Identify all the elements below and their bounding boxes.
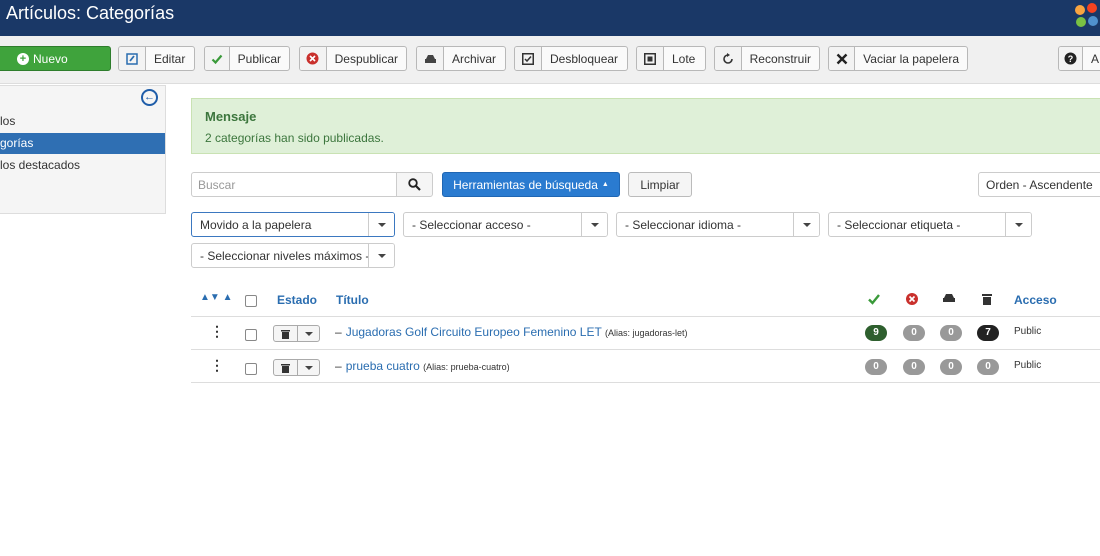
category-alias: (Alias: jugadoras-let) xyxy=(604,328,688,338)
table-divider xyxy=(191,316,1100,317)
chevron-down-icon[interactable] xyxy=(298,360,319,375)
sidebar-item-articles[interactable]: los xyxy=(0,111,165,132)
message-text: 2 categorías han sido publicadas. xyxy=(205,131,384,145)
rebuild-button[interactable]: Reconstruir xyxy=(714,46,820,71)
row-checkbox[interactable] xyxy=(245,329,257,341)
archive-button[interactable]: Archivar xyxy=(416,46,506,71)
search-icon xyxy=(408,178,421,191)
language-filter[interactable]: - Seleccionar idioma - xyxy=(616,212,820,237)
unpublish-button[interactable]: Despublicar xyxy=(299,46,407,71)
table-row-title: – Jugadoras Golf Circuito Europeo Femenin… xyxy=(335,325,688,339)
svg-text:?: ? xyxy=(1068,54,1074,64)
order-select[interactable]: Orden - Ascendente xyxy=(978,172,1100,197)
help-icon: ? xyxy=(1059,47,1083,70)
toolbar: + Nuevo Editar Publicar Despublicar Arch… xyxy=(0,36,1100,84)
drag-handle-icon[interactable]: ⋮ xyxy=(210,358,224,372)
clear-button[interactable]: Limpiar xyxy=(628,172,692,197)
chevron-down-icon[interactable] xyxy=(298,326,319,341)
row-checkbox[interactable] xyxy=(245,363,257,375)
table-divider xyxy=(191,382,1100,383)
collapse-sidebar-icon[interactable]: ← xyxy=(141,89,158,106)
page-title: Artículos: Categorías xyxy=(6,3,175,23)
joomla-logo-icon[interactable] xyxy=(1072,0,1100,30)
page-header: Artículos: Categorías xyxy=(0,0,1100,36)
chevron-down-icon xyxy=(368,213,394,236)
published-count-badge[interactable]: 0 xyxy=(865,359,887,375)
new-button-label: Nuevo xyxy=(33,51,68,66)
checkbox-icon xyxy=(515,47,542,70)
status-filter[interactable]: Movido a la papelera xyxy=(191,212,395,237)
search-button[interactable] xyxy=(396,172,433,197)
new-button[interactable]: + Nuevo xyxy=(0,46,111,71)
publish-button[interactable]: Publicar xyxy=(204,46,290,71)
row-access-level: Public xyxy=(1014,360,1042,371)
trashed-column-icon[interactable] xyxy=(981,292,993,306)
row-status-toggle[interactable] xyxy=(273,359,320,376)
edit-button[interactable]: Editar xyxy=(118,46,195,71)
chevron-down-icon xyxy=(793,213,819,236)
refresh-icon xyxy=(715,47,742,70)
chevron-down-icon xyxy=(581,213,607,236)
category-alias: (Alias: prueba-cuatro) xyxy=(423,362,510,372)
chevron-down-icon xyxy=(1005,213,1031,236)
trash-icon[interactable] xyxy=(274,360,298,375)
plus-icon: + xyxy=(17,52,29,65)
unpublished-count-badge[interactable]: 0 xyxy=(903,359,925,375)
table-divider xyxy=(191,349,1100,350)
sidebar-item-featured[interactable]: los destacados xyxy=(0,155,165,176)
edit-icon xyxy=(119,47,146,70)
row-access-level: Public xyxy=(1014,326,1042,337)
drag-handle-icon[interactable]: ⋮ xyxy=(210,324,224,338)
caret-up-icon: ▲ xyxy=(601,181,609,188)
trash-icon[interactable] xyxy=(274,326,298,341)
archived-count-badge[interactable]: 0 xyxy=(940,359,962,375)
table-row-title: – prueba cuatro (Alias: prueba-cuatro) xyxy=(335,359,510,373)
sidebar: ← los gorías los destacados xyxy=(0,85,166,214)
checkin-button[interactable]: Desbloquear xyxy=(514,46,628,71)
access-filter[interactable]: - Seleccionar acceso - xyxy=(403,212,608,237)
select-all-checkbox[interactable] xyxy=(245,295,257,307)
trashed-count-badge[interactable]: 0 xyxy=(977,359,999,375)
archive-icon xyxy=(417,47,444,70)
search-tools-button[interactable]: Herramientas de búsqueda ▲ xyxy=(442,172,620,197)
archived-count-badge[interactable]: 0 xyxy=(940,325,962,341)
square-icon xyxy=(637,47,664,70)
success-message: Mensaje 2 categorías han sido publicadas… xyxy=(191,98,1100,154)
status-column-header[interactable]: Estado xyxy=(277,293,317,307)
cancel-circle-icon xyxy=(300,47,327,70)
access-column-header[interactable]: Acceso xyxy=(1014,293,1057,307)
tag-filter[interactable]: - Seleccionar etiqueta - xyxy=(828,212,1032,237)
row-status-toggle[interactable] xyxy=(273,325,320,342)
published-column-icon[interactable] xyxy=(867,292,881,306)
ordering-sort-icon[interactable]: ▲▼ ▲ xyxy=(200,292,232,303)
batch-button[interactable]: Lote xyxy=(636,46,706,71)
category-title-link[interactable]: prueba cuatro xyxy=(346,359,420,373)
close-icon xyxy=(829,47,856,70)
archived-column-icon[interactable] xyxy=(942,292,956,304)
max-levels-filter[interactable]: - Seleccionar niveles máximos - xyxy=(191,243,395,268)
empty-trash-button[interactable]: Vaciar la papelera xyxy=(828,46,968,71)
published-count-badge[interactable]: 9 xyxy=(865,325,887,341)
message-title: Mensaje xyxy=(205,109,257,124)
category-title-link[interactable]: Jugadoras Golf Circuito Europeo Femenino… xyxy=(346,325,602,339)
search-input[interactable] xyxy=(191,172,397,197)
help-button[interactable]: ? A xyxy=(1058,46,1100,71)
sidebar-item-categories[interactable]: gorías xyxy=(0,133,165,154)
check-icon xyxy=(205,47,230,70)
trashed-count-badge[interactable]: 7 xyxy=(977,325,999,341)
chevron-down-icon xyxy=(368,244,394,267)
title-column-header[interactable]: Título xyxy=(336,293,369,307)
unpublished-column-icon[interactable] xyxy=(905,292,919,306)
unpublished-count-badge[interactable]: 0 xyxy=(903,325,925,341)
